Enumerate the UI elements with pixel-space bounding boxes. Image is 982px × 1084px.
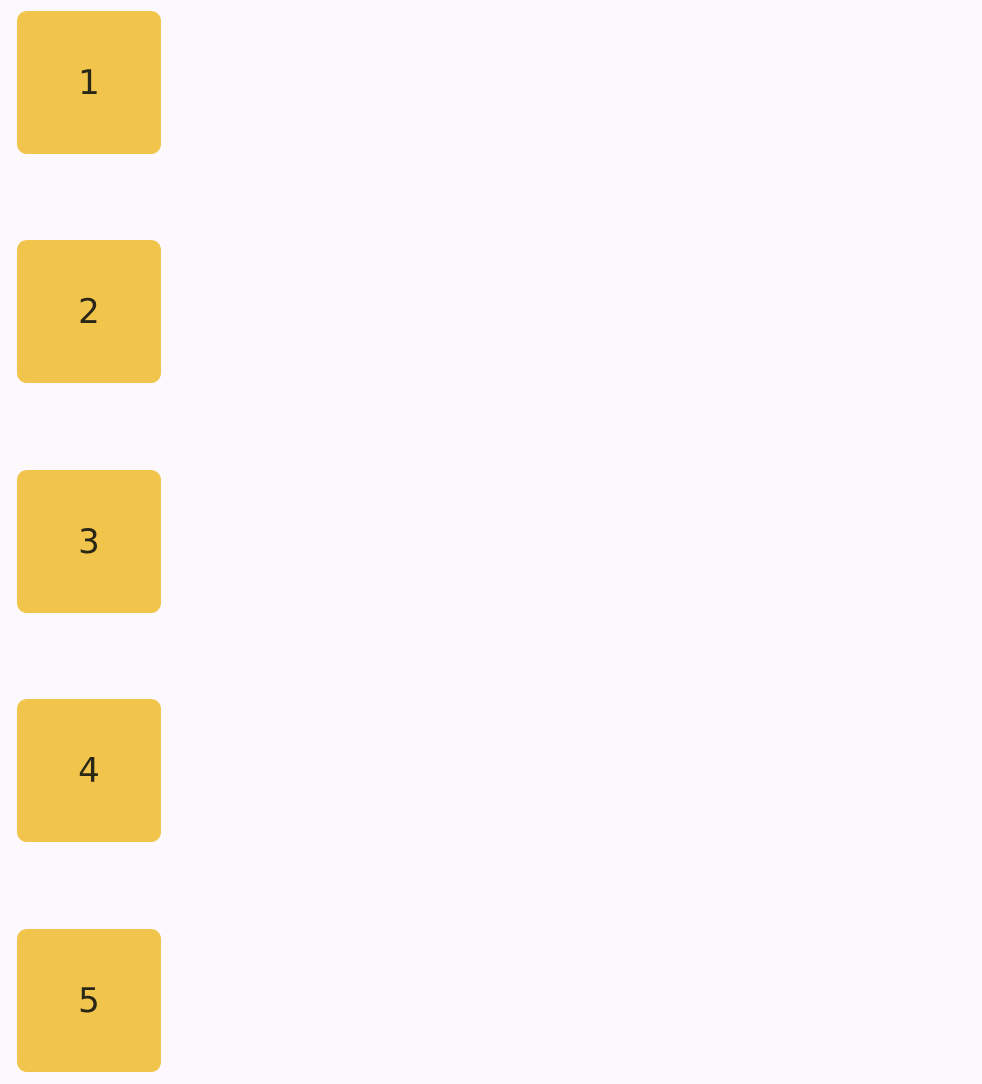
tile-4[interactable]: 4 [17, 699, 161, 842]
tile-label: 2 [78, 291, 100, 332]
tile-1[interactable]: 1 [17, 11, 161, 154]
tile-5[interactable]: 5 [17, 929, 161, 1072]
tile-label: 1 [78, 62, 100, 103]
tile-3[interactable]: 3 [17, 470, 161, 613]
tile-label: 4 [78, 750, 100, 791]
tile-label: 5 [78, 980, 100, 1021]
tile-list: 1 2 3 4 5 [0, 0, 982, 1084]
tile-label: 3 [78, 521, 100, 562]
tile-2[interactable]: 2 [17, 240, 161, 383]
